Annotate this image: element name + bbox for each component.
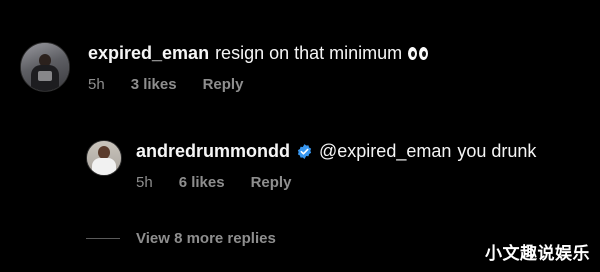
reply-button[interactable]: Reply <box>203 76 244 93</box>
view-more-replies-button[interactable]: View 8 more replies <box>86 230 276 247</box>
verified-badge-icon <box>297 143 312 159</box>
view-more-replies-label: View 8 more replies <box>136 230 276 247</box>
eyes-emoji-icon <box>408 46 429 60</box>
reply-meta: 5h 6 likes Reply <box>136 174 536 191</box>
comment: expired_eman resign on that minimum 5h 3… <box>20 42 429 93</box>
reply-mention[interactable]: @expired_eman <box>319 140 451 162</box>
comment-time: 5h <box>88 76 105 93</box>
comment-meta: 5h 3 likes Reply <box>88 76 428 93</box>
reply-line: andredrummondd @expired_eman you drunk <box>136 140 536 162</box>
divider <box>86 238 120 239</box>
avatar-torso <box>92 158 116 175</box>
reply-button[interactable]: Reply <box>251 174 292 191</box>
eye-left-icon <box>408 46 418 60</box>
avatar[interactable] <box>20 42 70 92</box>
eye-right-icon <box>419 46 429 60</box>
reply-comment: andredrummondd @expired_eman you drunk 5… <box>86 140 536 191</box>
reply-time: 5h <box>136 174 153 191</box>
watermark: 小文趣说娱乐 <box>485 244 590 264</box>
avatar[interactable] <box>86 140 122 176</box>
comment-likes[interactable]: 3 likes <box>131 76 177 93</box>
comment-line: expired_eman resign on that minimum <box>88 42 429 64</box>
reply-likes[interactable]: 6 likes <box>179 174 225 191</box>
reply-text: you drunk <box>457 141 537 161</box>
reply-body: andredrummondd @expired_eman you drunk 5… <box>136 140 536 191</box>
comment-body: expired_eman resign on that minimum 5h 3… <box>88 42 429 93</box>
avatar-shirt-print <box>38 71 52 81</box>
comment-text: resign on that minimum <box>215 43 403 63</box>
comment-username[interactable]: expired_eman <box>88 42 209 64</box>
reply-username[interactable]: andredrummondd <box>136 140 290 162</box>
